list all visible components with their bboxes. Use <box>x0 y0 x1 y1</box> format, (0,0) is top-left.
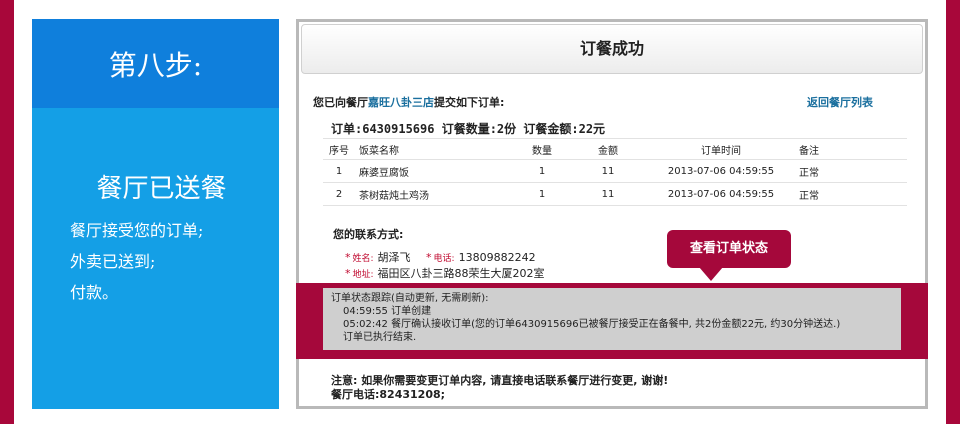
cell-index: 1 <box>323 159 355 183</box>
contact-name-phone: * 姓名: 胡泽飞 * 电话: 13809882242 <box>345 249 536 265</box>
order-table: 序号 饭菜名称 数量 金额 订单时间 备注 1 麻婆豆腐饭 1 11 2013-… <box>323 138 907 206</box>
cell-note: 正常 <box>795 159 907 183</box>
required-star-icon: * <box>426 251 432 264</box>
tracking-entry: 05:02:42 餐厅确认接收订单(您的订单6430915696已被餐厅接受正在… <box>343 319 841 330</box>
order-content: 订餐成功 您已向餐厅嘉旺八卦三店提交如下订单: 返回餐厅列表 订单:643091… <box>296 22 928 406</box>
intro-suffix: 提交如下订单: <box>434 96 505 109</box>
phone-label: 电话: <box>433 254 455 264</box>
view-order-status-button[interactable]: 查看订单状态 <box>667 230 791 268</box>
notice-text: 注意: 如果你需要变更订单内容, 请直接电话联系餐厅进行变更, 谢谢! <box>331 374 669 387</box>
order-summary: 订单:6430915696 订餐数量:2份 订餐金额:22元 <box>331 122 606 136</box>
intro-prefix: 您已向餐厅 <box>313 96 368 109</box>
table-row: 2 茶树菇炖土鸡汤 1 11 2013-07-06 04:59:55 正常 <box>323 182 907 206</box>
required-star-icon: * <box>345 251 351 264</box>
order-tracking-panel: 订单状态跟踪(自动更新, 无需刷新): 04:59:55 订单创建 05:02:… <box>323 288 901 350</box>
cell-quantity: 1 <box>515 159 569 183</box>
cell-amount: 11 <box>569 159 647 183</box>
cell-note: 正常 <box>795 182 907 206</box>
column-header: 备注 <box>795 138 907 160</box>
page-title: 订餐成功 <box>301 24 923 74</box>
cell-amount: 11 <box>569 182 647 206</box>
step-subheading: 餐厅已送餐 <box>96 174 227 204</box>
cell-dish: 麻婆豆腐饭 <box>355 159 515 183</box>
cell-index: 2 <box>323 182 355 206</box>
tracking-title: 订单状态跟踪(自动更新, 无需刷新): <box>331 293 489 304</box>
right-frame-border <box>946 0 960 424</box>
step-panel: 第八步: 餐厅已送餐 餐厅接受您的订单; 外卖已送到; 付款。 <box>32 19 279 409</box>
address-label: 地址: <box>352 270 374 280</box>
table-header-row: 序号 饭菜名称 数量 金额 订单时间 备注 <box>323 138 907 160</box>
step-line: 付款。 <box>70 283 119 302</box>
cell-time: 2013-07-06 04:59:55 <box>647 159 795 183</box>
tracking-entry: 订单已执行结束. <box>343 332 417 343</box>
column-header: 数量 <box>515 138 569 160</box>
order-panel: 订餐成功 您已向餐厅嘉旺八卦三店提交如下订单: 返回餐厅列表 订单:643091… <box>296 19 928 409</box>
order-intro: 您已向餐厅嘉旺八卦三店提交如下订单: <box>313 94 504 110</box>
table-row: 1 麻婆豆腐饭 1 11 2013-07-06 04:59:55 正常 <box>323 159 907 183</box>
restaurant-link[interactable]: 嘉旺八卦三店 <box>368 96 434 109</box>
step-description: 餐厅接受您的订单; 外卖已送到; 付款。 <box>32 215 279 308</box>
required-star-icon: * <box>345 267 351 280</box>
column-header: 序号 <box>323 138 355 160</box>
step-line: 餐厅接受您的订单; <box>70 221 204 240</box>
step-body: 餐厅已送餐 餐厅接受您的订单; 外卖已送到; 付款。 <box>32 108 279 308</box>
phone-value: 13809882242 <box>458 251 536 264</box>
notice: 注意: 如果你需要变更订单内容, 请直接电话联系餐厅进行变更, 谢谢! 餐厅电话… <box>331 374 668 402</box>
column-header: 饭菜名称 <box>355 138 515 160</box>
address-value: 福田区八卦三路88荣生大厦202室 <box>377 267 545 280</box>
column-header: 订单时间 <box>647 138 795 160</box>
back-to-restaurants-link[interactable]: 返回餐厅列表 <box>807 94 873 110</box>
tracking-entry: 04:59:55 订单创建 <box>343 306 432 317</box>
restaurant-phone: 餐厅电话:82431208; <box>331 388 446 401</box>
column-header: 金额 <box>569 138 647 160</box>
cell-dish: 茶树菇炖土鸡汤 <box>355 182 515 206</box>
callout-tail-icon <box>699 267 723 281</box>
left-frame-border <box>0 0 14 424</box>
cell-time: 2013-07-06 04:59:55 <box>647 182 795 206</box>
step-line: 外卖已送到; <box>70 252 156 271</box>
name-label: 姓名: <box>352 254 374 264</box>
contact-address: * 地址: 福田区八卦三路88荣生大厦202室 <box>345 265 545 281</box>
step-heading: 第八步: <box>32 19 279 108</box>
contact-title: 您的联系方式: <box>333 228 404 241</box>
name-value: 胡泽飞 <box>377 251 411 264</box>
cell-quantity: 1 <box>515 182 569 206</box>
